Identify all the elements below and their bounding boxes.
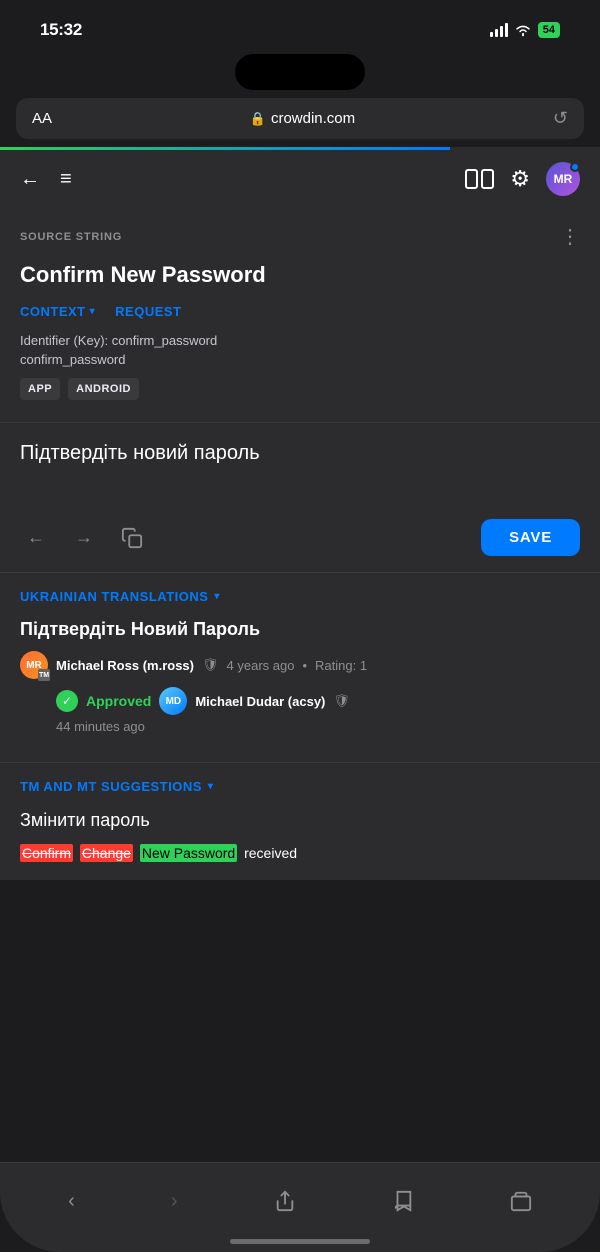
url-text[interactable]: crowdin.com [271,110,355,127]
signal-icon [490,23,508,37]
tm-badge: TM [38,669,50,681]
approved-check-icon: ✓ [56,690,78,712]
source-string-label: SOURCE STRING [20,231,122,243]
browser-toolbar: ← ≡ ⚙ MR [0,150,600,208]
menu-button[interactable]: ≡ [60,168,72,191]
removed-text-2: Change [80,844,133,862]
translation-item: Підтвердіть Новий Пароль MR TM Michael R… [20,618,580,734]
reload-button[interactable]: ↺ [553,108,568,129]
approver-avatar: MD [159,687,187,715]
dot-separator: • [302,658,307,673]
suggestion-main-text: Змінити пароль [20,810,150,830]
lock-icon: 🔒 [250,111,266,127]
browser-forward-button[interactable]: › [171,1190,178,1213]
translator-avatar: MR TM [20,651,48,679]
split-view-icon[interactable] [465,169,494,189]
browser-back-button[interactable]: ‹ [68,1190,75,1213]
status-time: 15:32 [40,20,82,40]
identifier-text: Identifier (Key): confirm_password [20,331,580,351]
next-string-button[interactable]: → [68,522,100,554]
notification-dot [570,162,580,172]
tag-android: ANDROID [68,378,139,401]
tabs-button[interactable] [510,1190,532,1212]
wifi-icon [514,23,532,37]
tag-app: APP [20,378,60,401]
battery-indicator: 54 [538,22,560,38]
translation-input-section: Підтвердіть новий пароль ← → SAVE [0,423,600,573]
translations-dropdown-arrow: ▾ [214,591,220,602]
rating-text: Rating: 1 [315,658,367,673]
home-indicator [230,1239,370,1244]
verified-icon: 🛡 [202,657,219,673]
user-avatar[interactable]: MR [546,162,580,196]
approved-row: ✓ Approved MD Michael Dudar (acsy) 🛡 [20,687,580,715]
translation-item-text: Підтвердіть Новий Пароль [20,618,580,641]
suggestions-dropdown-arrow: ▾ [208,781,214,792]
share-button[interactable] [274,1190,296,1212]
source-string-section: SOURCE STRING ⋮ Confirm New Password CON… [0,208,600,423]
approver-verified-icon: 🛡 [333,693,350,709]
translator-name: Michael Ross (m.ross) [56,658,194,673]
back-button[interactable]: ← [20,168,40,191]
context-dropdown-arrow: ▾ [90,306,96,317]
ukrainian-translations-section: UKRAINIAN TRANSLATIONS ▾ Підтвердіть Нов… [0,573,600,763]
approver-name: Michael Dudar (acsy) [195,694,325,709]
approved-time: 44 minutes ago [20,719,580,734]
font-size-control[interactable]: AA [32,110,52,127]
source-string-text: Confirm New Password [20,261,580,290]
dynamic-island [235,54,365,90]
approved-label: Approved [86,693,151,709]
time-ago: 4 years ago [227,658,295,673]
prev-string-button[interactable]: ← [20,522,52,554]
suggestions-label: TM AND MT SUGGESTIONS [20,779,202,794]
suggestions-toggle[interactable]: TM AND MT SUGGESTIONS ▾ [20,779,580,794]
translation-input[interactable]: Підтвердіть новий пароль [20,439,580,499]
ukrainian-translations-toggle[interactable]: UKRAINIAN TRANSLATIONS ▾ [20,589,580,604]
removed-text: Confirm [20,844,73,862]
suggestion-diff: Confirm Change New Password received [20,842,580,864]
ukrainian-translations-label: UKRAINIAN TRANSLATIONS [20,589,208,604]
added-text: New Password [140,844,237,862]
save-button[interactable]: SAVE [481,519,580,556]
suggestion-text: Змінити пароль [20,808,580,833]
key-text: confirm_password [20,350,580,370]
context-tabs: CONTEXT ▾ REQUEST [20,304,580,319]
settings-icon[interactable]: ⚙ [510,166,530,192]
tab-context[interactable]: CONTEXT ▾ [20,304,95,319]
suffix-text: received [244,845,297,861]
suggestions-section: TM AND MT SUGGESTIONS ▾ Змінити пароль C… [0,763,600,880]
tab-request[interactable]: REQUEST [115,304,181,319]
browser-bar: AA 🔒 crowdin.com ↺ [16,98,584,139]
browser-bottom-bar: ‹ › [0,1162,600,1252]
bookmarks-button[interactable] [392,1190,414,1212]
tag-list: APP ANDROID [20,378,580,401]
more-options-button[interactable]: ⋮ [560,224,580,249]
copy-source-button[interactable] [116,522,148,554]
